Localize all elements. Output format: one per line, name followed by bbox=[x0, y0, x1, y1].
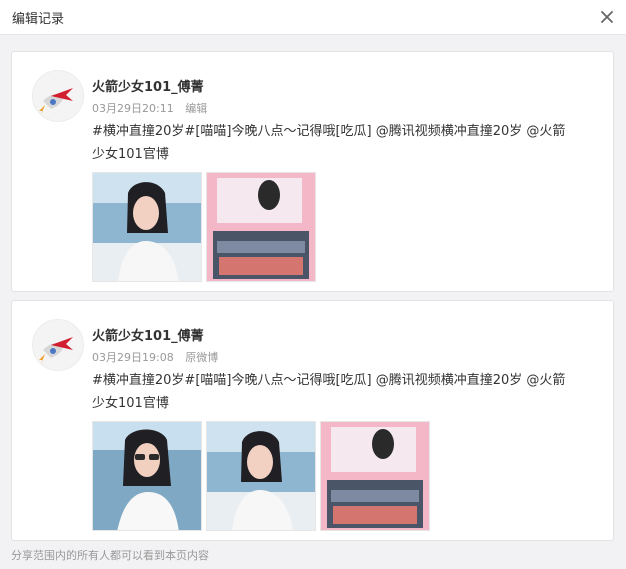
poster-photo bbox=[207, 173, 315, 281]
image-thumbnail[interactable] bbox=[92, 172, 202, 282]
author-name[interactable]: 火箭少女101_傅菁 bbox=[92, 325, 204, 344]
timestamp: 03月29日20:11 bbox=[92, 102, 174, 115]
rocket-flag-logo bbox=[39, 88, 73, 115]
record-tag: 原微博 bbox=[185, 351, 219, 364]
dialog-header: 编辑记录 bbox=[0, 0, 626, 35]
timestamp: 03月29日19:08 bbox=[92, 351, 174, 364]
girl-sunglasses-photo bbox=[93, 422, 201, 530]
image-thumbnail[interactable] bbox=[206, 421, 316, 531]
record-card: 火箭少女101_傅菁 03月29日19:08 原微博 #横冲直撞20岁#[喵喵]… bbox=[11, 300, 614, 541]
post-text: #横冲直撞20岁#[喵喵]今晚八点～记得哦[吃瓜] @腾讯视频横冲直撞20岁 @… bbox=[92, 369, 597, 415]
avatar[interactable] bbox=[32, 319, 84, 371]
post-text: #横冲直撞20岁#[喵喵]今晚八点～记得哦[吃瓜] @腾讯视频横冲直撞20岁 @… bbox=[92, 120, 597, 166]
dialog-title: 编辑记录 bbox=[12, 12, 65, 27]
footer-note: 分享范围内的所有人都可以看到本页内容 bbox=[11, 549, 209, 562]
rocket-flag-logo bbox=[39, 337, 73, 364]
post-text-line: 少女101官博 bbox=[92, 396, 169, 411]
girl-photo bbox=[93, 173, 201, 281]
image-thumbnail[interactable] bbox=[92, 421, 202, 531]
avatar[interactable] bbox=[32, 70, 84, 122]
record-card: 火箭少女101_傅菁 03月29日20:11 编辑 #横冲直撞20岁#[喵喵]今… bbox=[11, 51, 614, 292]
post-meta: 03月29日20:11 编辑 bbox=[92, 100, 207, 116]
post-text-line: #横冲直撞20岁#[喵喵]今晚八点～记得哦[吃瓜] @腾讯视频横冲直撞20岁 @… bbox=[92, 124, 566, 139]
author-name[interactable]: 火箭少女101_傅菁 bbox=[92, 76, 204, 95]
image-grid bbox=[92, 421, 430, 531]
post-text-line: #横冲直撞20岁#[喵喵]今晚八点～记得哦[吃瓜] @腾讯视频横冲直撞20岁 @… bbox=[92, 373, 566, 388]
post-meta: 03月29日19:08 原微博 bbox=[92, 349, 218, 365]
poster-photo bbox=[321, 422, 429, 530]
image-thumbnail[interactable] bbox=[320, 421, 430, 531]
record-tag: 编辑 bbox=[185, 102, 208, 115]
post-text-line: 少女101官博 bbox=[92, 147, 169, 162]
image-thumbnail[interactable] bbox=[206, 172, 316, 282]
image-grid bbox=[92, 172, 316, 282]
records-list: 火箭少女101_傅菁 03月29日20:11 编辑 #横冲直撞20岁#[喵喵]今… bbox=[0, 35, 626, 545]
girl-photo bbox=[207, 422, 315, 530]
close-icon[interactable] bbox=[598, 8, 616, 26]
